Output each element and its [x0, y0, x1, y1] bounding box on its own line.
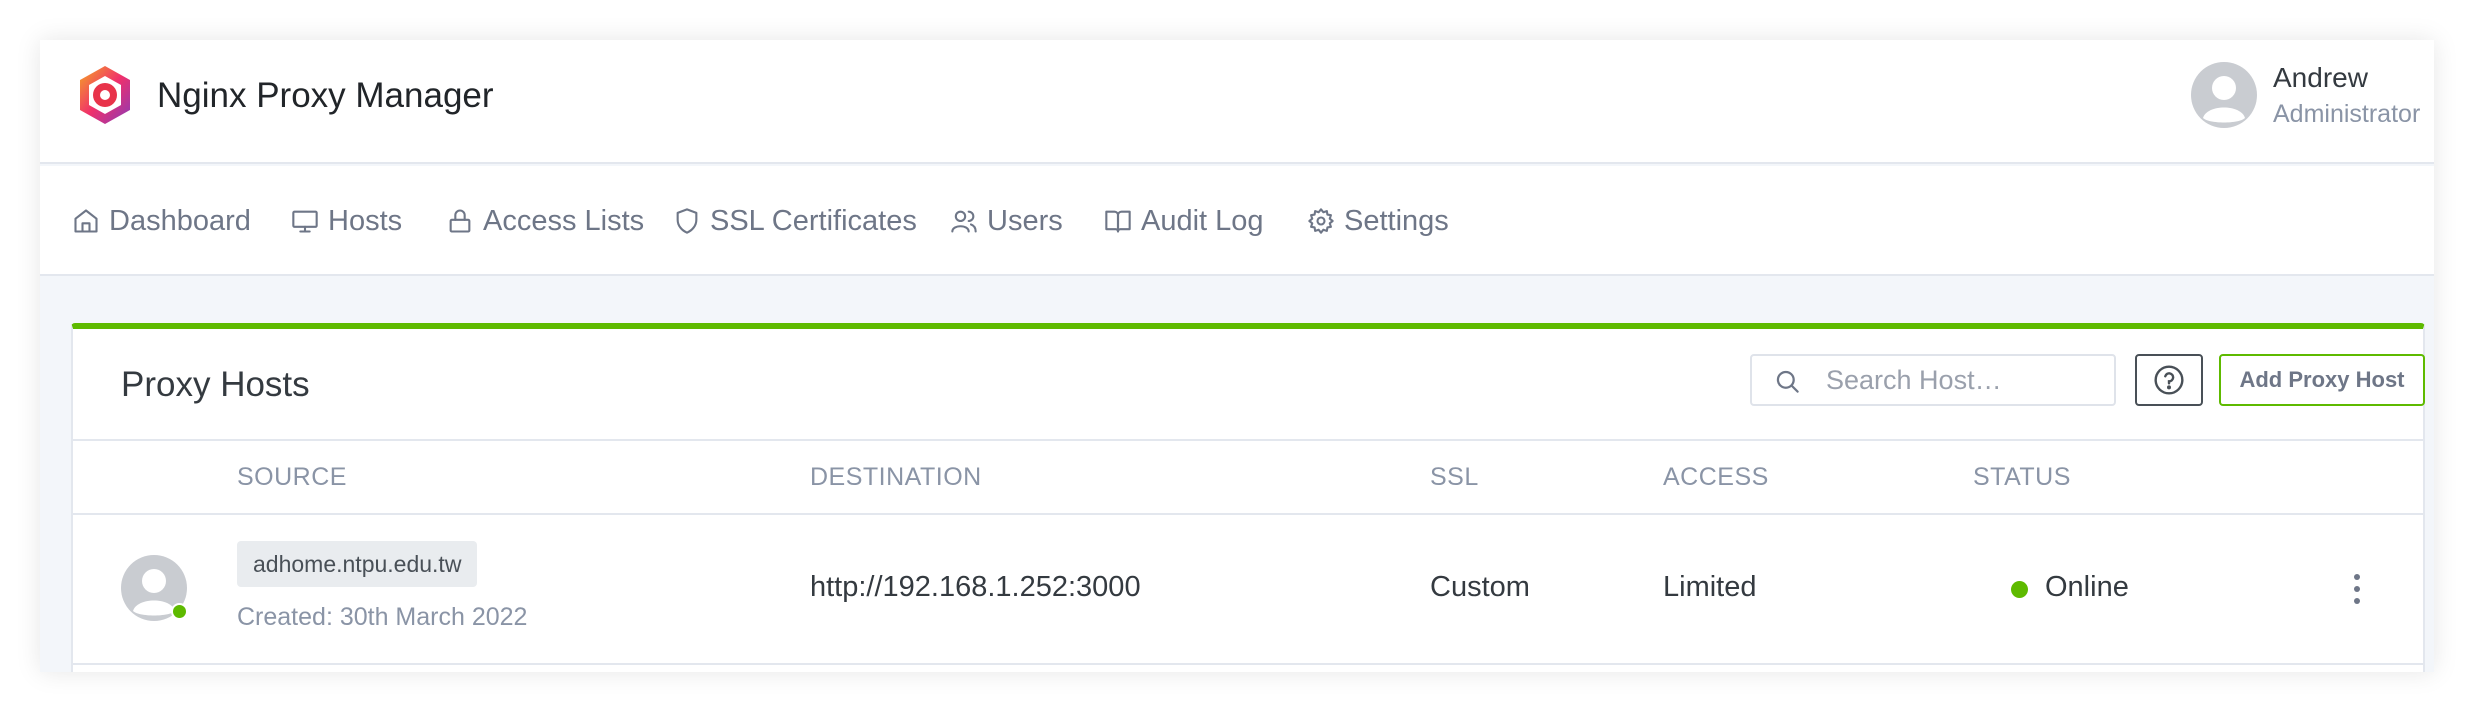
nav-label: Settings — [1344, 204, 1449, 237]
nav-item-hosts[interactable]: Hosts — [291, 166, 402, 276]
card-title: Proxy Hosts — [121, 365, 310, 404]
shield-icon — [676, 208, 698, 234]
created-date: Created: 30th March 2022 — [237, 603, 528, 631]
nav-label: Access Lists — [483, 204, 645, 237]
nav-item-dashboard[interactable]: Dashboard — [72, 166, 251, 276]
home-icon — [74, 209, 98, 233]
monitor-icon — [292, 210, 318, 233]
book-open-icon — [1105, 210, 1131, 233]
column-header-destination[interactable]: DESTINATION — [810, 463, 982, 492]
destination-cell: http://192.168.1.252:3000 — [810, 571, 1141, 603]
user-name[interactable]: Andrew — [2273, 58, 2368, 98]
add-proxy-host-button[interactable]: Add Proxy Host — [2219, 354, 2425, 406]
main-nav: Dashboard Hosts Access Lists SSL Certifi… — [40, 166, 2434, 276]
column-header-status[interactable]: STATUS — [1973, 463, 2071, 492]
access-cell: Limited — [1663, 571, 1757, 603]
column-header-ssl[interactable]: SSL — [1430, 463, 1479, 492]
nav-label: Hosts — [328, 204, 403, 237]
nav-item-settings[interactable]: Settings — [1307, 166, 1449, 276]
nav-item-users[interactable]: Users — [950, 166, 1063, 276]
user-role: Administrator — [2273, 100, 2421, 128]
search-input[interactable] — [1826, 360, 2106, 400]
nav-label: Users — [987, 204, 1063, 237]
lock-icon — [449, 209, 471, 233]
help-button[interactable] — [2135, 354, 2203, 406]
search-icon — [1776, 370, 1799, 393]
nav-label: Audit Log — [1141, 204, 1264, 237]
nav-item-access-lists[interactable]: Access Lists — [446, 166, 644, 276]
search-box[interactable] — [1750, 354, 2116, 406]
user-avatar[interactable] — [2191, 62, 2257, 128]
table-row[interactable]: adhome.ntpu.edu.tw Created: 30th March 2… — [73, 515, 2423, 665]
status-cell: Online — [2045, 571, 2129, 603]
nginx-proxy-manager-logo[interactable] — [74, 64, 136, 126]
gear-icon — [1308, 208, 1334, 234]
nav-label: Dashboard — [109, 204, 251, 237]
column-header-source[interactable]: SOURCE — [237, 463, 347, 492]
proxy-hosts-card: Proxy Hosts Add Proxy Host SOURCE DESTIN… — [71, 323, 2425, 672]
status-dot — [2011, 581, 2028, 598]
column-header-access[interactable]: ACCESS — [1663, 463, 1769, 492]
ssl-cell: Custom — [1430, 571, 1530, 603]
top-header: Nginx Proxy Manager Andrew Administrator — [40, 40, 2434, 164]
nav-label: SSL Certificates — [710, 204, 917, 237]
table-header: SOURCE DESTINATION SSL ACCESS STATUS — [73, 439, 2423, 515]
avatar-status-indicator — [171, 603, 188, 620]
app-window: Nginx Proxy Manager Andrew Administrator… — [40, 40, 2434, 672]
users-icon — [951, 210, 977, 233]
app-title: Nginx Proxy Manager — [157, 76, 494, 115]
nav-item-audit-log[interactable]: Audit Log — [1104, 166, 1264, 276]
more-vertical-icon[interactable] — [2345, 569, 2369, 609]
nav-item-ssl-certificates[interactable]: SSL Certificates — [673, 166, 917, 276]
help-circle-icon — [2154, 365, 2184, 395]
domain-badge[interactable]: adhome.ntpu.edu.tw — [237, 541, 478, 587]
